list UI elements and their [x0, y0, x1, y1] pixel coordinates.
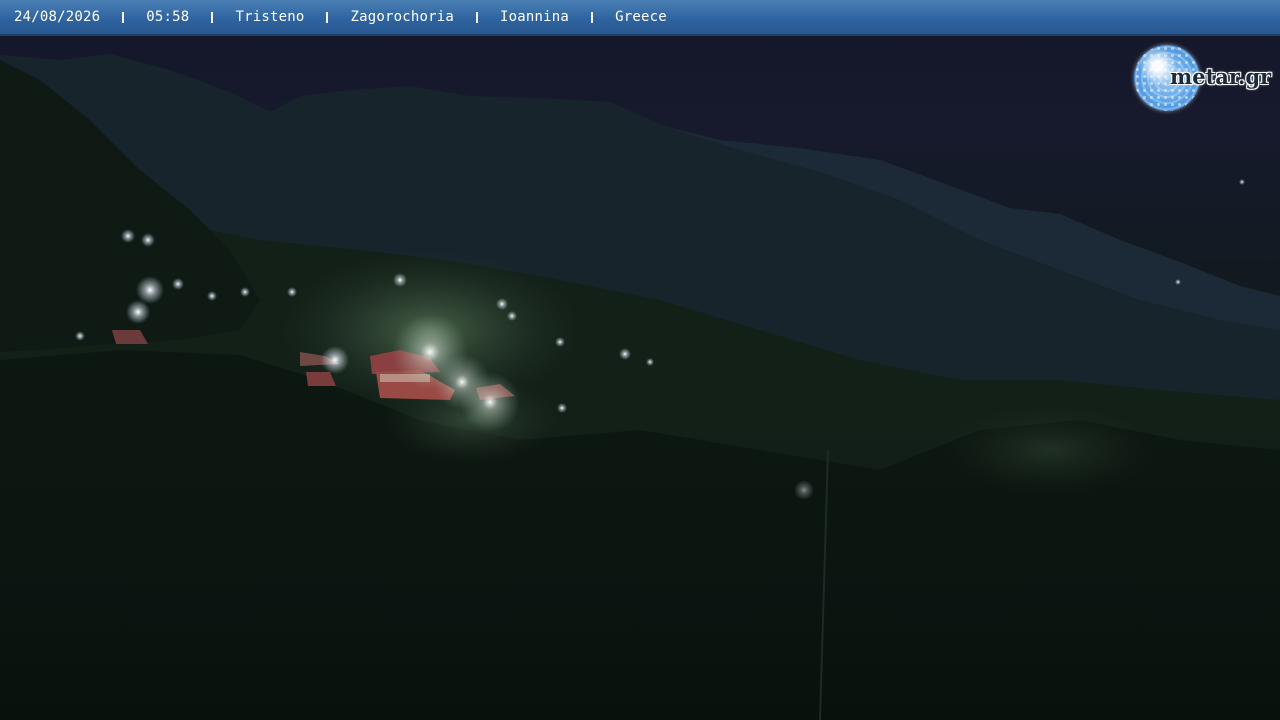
country-label: Greece	[615, 9, 667, 25]
region-label: Zagorochoria	[350, 9, 455, 25]
street-light	[1175, 279, 1181, 285]
street-light	[141, 233, 155, 247]
street-light	[1239, 179, 1245, 185]
street-light	[794, 480, 814, 500]
street-light	[75, 331, 85, 341]
village-label: Tristeno	[235, 9, 305, 25]
street-light	[287, 287, 297, 297]
street-light	[460, 372, 520, 432]
street-light	[126, 300, 150, 324]
time-label: 05:58	[146, 9, 190, 25]
separator	[122, 11, 125, 23]
street-light	[507, 311, 517, 321]
street-light	[393, 273, 407, 287]
street-light	[172, 278, 184, 290]
separator	[476, 11, 479, 23]
webcam-image	[0, 0, 1280, 720]
night-landscape	[0, 54, 1280, 720]
street-light	[136, 276, 164, 304]
separator	[591, 11, 594, 23]
street-light	[619, 348, 631, 360]
street-light	[496, 298, 508, 310]
street-light	[121, 229, 135, 243]
street-light	[240, 287, 250, 297]
street-light	[555, 337, 565, 347]
prefecture-label: Ioannina	[500, 9, 570, 25]
street-light	[646, 358, 654, 366]
street-light	[207, 291, 217, 301]
date-label: 24/08/2026	[14, 9, 101, 25]
logo-text: metar.gr	[1170, 64, 1272, 89]
street-light	[321, 346, 349, 374]
metar-logo: metar.gr	[1133, 44, 1278, 116]
street-light	[557, 403, 567, 413]
info-banner: 24/08/2026 05:58 Tristeno Zagorochoria I…	[0, 0, 1280, 36]
separator	[211, 11, 214, 23]
separator	[326, 11, 329, 23]
